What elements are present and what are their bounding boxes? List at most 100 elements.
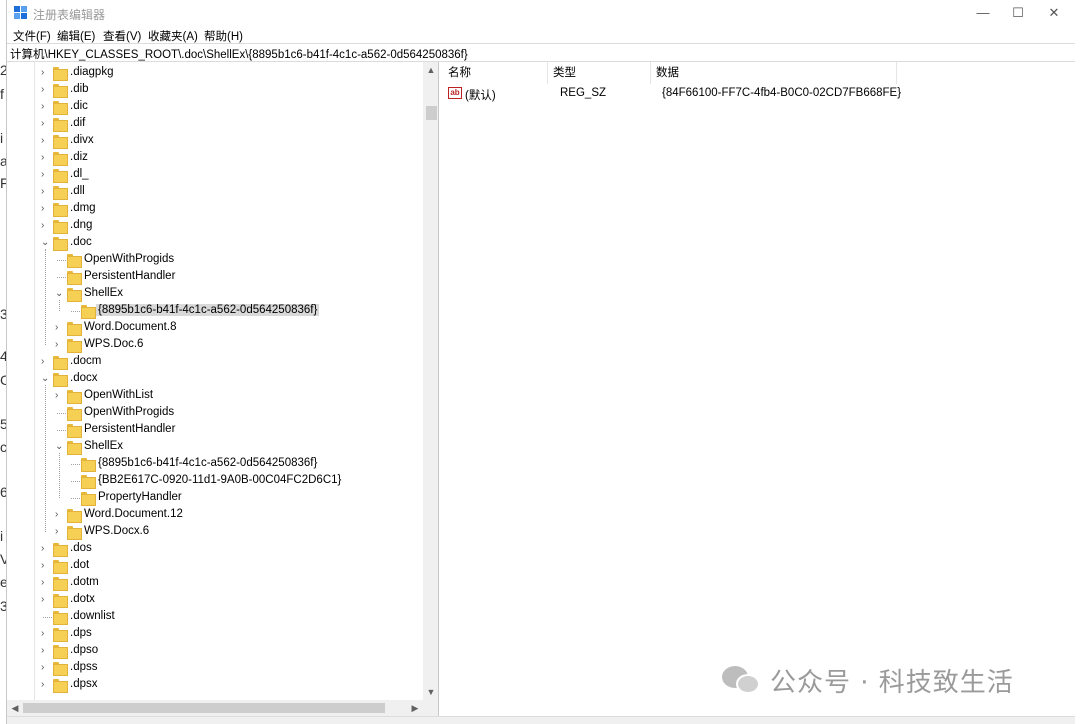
scroll-down-arrow[interactable]: ▼ [423,684,438,700]
expand-chevron-icon[interactable]: › [41,67,50,78]
tree-node-label[interactable]: .dot [70,559,89,571]
tree-node[interactable]: › WPS.Doc.6 [7,337,421,354]
tree-node[interactable]: › Word.Document.12 [7,507,421,524]
tree-node-label[interactable]: .doc [70,236,92,248]
tree-node-label[interactable]: .dotx [70,593,95,605]
expand-chevron-icon[interactable]: › [41,84,50,95]
tree-node-label[interactable]: .dif [70,117,85,129]
tree-node-label[interactable]: ShellEx [84,287,123,299]
expand-chevron-icon[interactable]: › [41,356,50,367]
tree-node-label[interactable]: .docx [70,372,98,384]
tree-node-label[interactable]: .dmg [70,202,96,214]
tree-node-label[interactable]: .dpso [70,644,98,656]
tree-node[interactable]: › .dif [7,116,421,133]
expand-chevron-icon[interactable]: › [41,594,50,605]
expand-chevron-icon[interactable]: › [41,577,50,588]
tree-node[interactable]: OpenWithProgids [7,252,421,269]
tree-node[interactable]: › .dic [7,99,421,116]
expand-chevron-icon[interactable]: › [41,679,50,690]
tree-node-label[interactable]: OpenWithProgids [84,406,174,418]
tree-node[interactable]: › .dng [7,218,421,235]
tree-node-label[interactable]: OpenWithProgids [84,253,174,265]
expand-chevron-icon[interactable]: › [55,526,64,537]
tree-node[interactable]: › .dos [7,541,421,558]
tree-node[interactable]: › .dl_ [7,167,421,184]
tree-node[interactable]: {BB2E617C-0920-11d1-9A0B-00C04FC2D6C1} [7,473,421,490]
tree-node[interactable]: › .dib [7,82,421,99]
tree-node-label[interactable]: .diz [70,151,88,163]
tree-node-label[interactable]: PersistentHandler [84,423,175,435]
tree-node[interactable]: › .dps [7,626,421,643]
tree-node[interactable]: › .divx [7,133,421,150]
expand-chevron-icon[interactable]: › [41,152,50,163]
scroll-thumb[interactable] [426,106,437,120]
tree-node-label[interactable]: .dps [70,627,92,639]
collapse-chevron-icon[interactable]: ⌄ [41,237,50,248]
tree-node-label[interactable]: .dl_ [70,168,89,180]
expand-chevron-icon[interactable]: › [41,203,50,214]
tree-node-label[interactable]: {8895b1c6-b41f-4c1c-a562-0d564250836f} [98,457,317,469]
menu-help[interactable]: 帮助(H) [204,28,243,44]
tree-node-label[interactable]: WPS.Docx.6 [84,525,149,537]
expand-chevron-icon[interactable]: › [41,135,50,146]
menu-edit[interactable]: 编辑(E) [57,28,95,44]
tree-node[interactable]: .downlist [7,609,421,626]
address-bar[interactable]: 计算机\HKEY_CLASSES_ROOT\.doc\ShellEx\{8895… [7,43,1075,62]
column-header-type[interactable]: 类型 [548,62,651,84]
tree-node-label[interactable]: .dos [70,542,92,554]
minimize-button[interactable]: — [965,0,1001,25]
expand-chevron-icon[interactable]: › [41,220,50,231]
tree-node[interactable]: › Word.Document.8 [7,320,421,337]
tree-node-label[interactable]: .dotm [70,576,99,588]
scroll-left-arrow[interactable]: ◀ [7,700,23,716]
tree-node-label[interactable]: Word.Document.12 [84,508,183,520]
collapse-chevron-icon[interactable]: ⌄ [55,441,64,452]
expand-chevron-icon[interactable]: › [41,101,50,112]
expand-chevron-icon[interactable]: › [55,339,64,350]
tree-node-label[interactable]: .diagpkg [70,66,113,78]
menu-file[interactable]: 文件(F) [13,28,51,44]
expand-chevron-icon[interactable]: › [41,186,50,197]
tree-node[interactable]: ⌄ ShellEx [7,286,421,303]
tree-node[interactable]: ⌄ ShellEx [7,439,421,456]
tree-node-label[interactable]: PropertyHandler [98,491,182,503]
tree-node-label[interactable]: Word.Document.8 [84,321,176,333]
column-header-name[interactable]: 名称 [443,62,548,84]
tree-node[interactable]: › .dpso [7,643,421,660]
tree-node-label[interactable]: .downlist [70,610,115,622]
tree-node[interactable]: › .dpss [7,660,421,677]
expand-chevron-icon[interactable]: › [41,169,50,180]
tree-node-label[interactable]: .dpsx [70,678,98,690]
tree-node[interactable]: ⌄ .docx [7,371,421,388]
expand-chevron-icon[interactable]: › [41,118,50,129]
column-header-data[interactable]: 数据 [651,62,897,84]
expand-chevron-icon[interactable]: › [41,645,50,656]
tree-node[interactable]: {8895b1c6-b41f-4c1c-a562-0d564250836f} [7,303,421,320]
value-name[interactable]: (默认) [465,87,496,103]
tree-node[interactable]: OpenWithProgids [7,405,421,422]
tree-node-label[interactable]: WPS.Doc.6 [84,338,143,350]
tree-node-label[interactable]: .dib [70,83,89,95]
tree-node[interactable]: › .diagpkg [7,65,421,82]
maximize-button[interactable]: ☐ [1000,0,1036,25]
tree-node-label[interactable]: .dpss [70,661,98,673]
title-bar[interactable]: 注册表编辑器 — ☐ ✕ [7,0,1075,25]
tree-node-label[interactable]: .dic [70,100,88,112]
tree-node-label[interactable]: {BB2E617C-0920-11d1-9A0B-00C04FC2D6C1} [98,474,341,486]
tree-node-label[interactable]: OpenWithList [84,389,153,401]
expand-chevron-icon[interactable]: › [55,509,64,520]
expand-chevron-icon[interactable]: › [55,322,64,333]
tree-horizontal-scrollbar[interactable]: ◀ ▶ [7,700,438,716]
tree-node[interactable]: PersistentHandler [7,422,421,439]
address-path[interactable]: 计算机\HKEY_CLASSES_ROOT\.doc\ShellEx\{8895… [10,46,468,62]
hscroll-thumb[interactable] [23,703,385,713]
tree-node[interactable]: › .dll [7,184,421,201]
menu-view[interactable]: 查看(V) [103,28,141,44]
expand-chevron-icon[interactable]: › [41,543,50,554]
tree-node[interactable]: › .dotm [7,575,421,592]
tree-node-label[interactable]: {8895b1c6-b41f-4c1c-a562-0d564250836f} [96,304,320,316]
menu-favorites[interactable]: 收藏夹(A) [148,28,198,44]
collapse-chevron-icon[interactable]: ⌄ [41,373,50,384]
tree-node-label[interactable]: .docm [70,355,101,367]
scroll-up-arrow[interactable]: ▲ [423,62,438,78]
